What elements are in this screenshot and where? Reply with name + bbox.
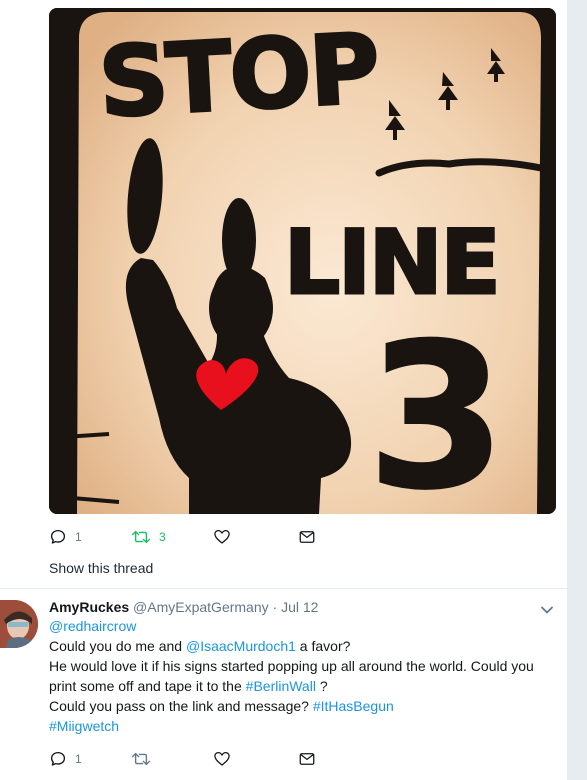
tweet-text-line: Could you do me and @IsaacMurdoch1 a fav… (49, 636, 549, 656)
reply-count: 1 (75, 752, 82, 766)
tweet-header: AmyRuckes @AmyExpatGermany · Jul 12 (49, 598, 549, 616)
tweet-text-line: print some off and tape it to the #Berli… (49, 676, 549, 696)
separator-dot: · (272, 599, 278, 615)
reply-icon (50, 751, 66, 766)
text-segment: a favor? (295, 638, 351, 654)
show-thread-link[interactable]: Show this thread (49, 560, 153, 576)
envelope-icon (299, 753, 315, 765)
reply-count: 1 (75, 530, 82, 544)
avatar[interactable] (0, 600, 38, 648)
tweet-text-line: #Miigwetch (49, 716, 549, 736)
hashtag-link[interactable]: #BerlinWall (246, 678, 316, 694)
retweet-icon (131, 752, 151, 766)
text-segment: print some off and tape it to the (49, 678, 246, 694)
reply-to-mention[interactable]: @redhaircrow (49, 616, 549, 636)
tweet-media-image[interactable]: STOP LINE 3 (49, 8, 556, 514)
text-segment: Could you pass on the link and message? (49, 698, 313, 714)
display-name[interactable]: AmyRuckes (49, 599, 129, 615)
heart-icon (214, 529, 230, 544)
tweet-text: Could you do me and @IsaacMurdoch1 a fav… (49, 636, 549, 736)
chevron-down-icon (541, 606, 553, 614)
art-word-line: LINE (284, 211, 499, 314)
reply-button[interactable]: 1 (49, 528, 131, 546)
tweet-text-line: He would love it if his signs started po… (49, 658, 534, 674)
reply-icon (50, 529, 66, 544)
like-button[interactable] (213, 750, 298, 768)
text-segment: Could you do me and (49, 638, 186, 654)
hashtag-link[interactable]: #ItHasBegun (313, 698, 394, 714)
tweet-divider (0, 588, 567, 589)
heart-icon (214, 751, 230, 766)
reply-tweet: AmyRuckes @AmyExpatGermany · Jul 12 @red… (49, 598, 549, 736)
tweet-text-line: Could you pass on the link and message? … (49, 696, 549, 716)
tweet-timestamp[interactable]: Jul 12 (281, 599, 318, 615)
tweet-actions-bar: 1 3 (49, 526, 316, 548)
hashtag-link[interactable]: #Miigwetch (49, 718, 119, 734)
retweet-icon (131, 530, 151, 544)
avatar-image (0, 600, 38, 648)
scrollbar[interactable] (567, 0, 587, 780)
retweet-button[interactable]: 3 (131, 528, 213, 546)
user-handle[interactable]: @AmyExpatGermany (133, 599, 269, 615)
envelope-icon (299, 531, 315, 543)
like-button[interactable] (213, 528, 298, 546)
retweet-button[interactable] (131, 750, 213, 768)
direct-message-button[interactable] (298, 528, 316, 546)
tweet-menu-button[interactable] (540, 603, 554, 622)
direct-message-button[interactable] (298, 750, 316, 768)
reply-button[interactable]: 1 (49, 750, 131, 768)
art-number-3: 3 (367, 301, 506, 514)
art-word-stop: STOP (96, 13, 380, 139)
mention-link[interactable]: @IsaacMurdoch1 (186, 638, 296, 654)
tweet-actions-bar: 1 (49, 748, 316, 770)
stop-line-3-artwork: STOP LINE 3 (49, 8, 556, 514)
retweet-count: 3 (159, 530, 166, 544)
text-segment: ? (315, 678, 328, 694)
timeline: STOP LINE 3 1 3 Show this thread AmyRuck… (0, 0, 567, 780)
